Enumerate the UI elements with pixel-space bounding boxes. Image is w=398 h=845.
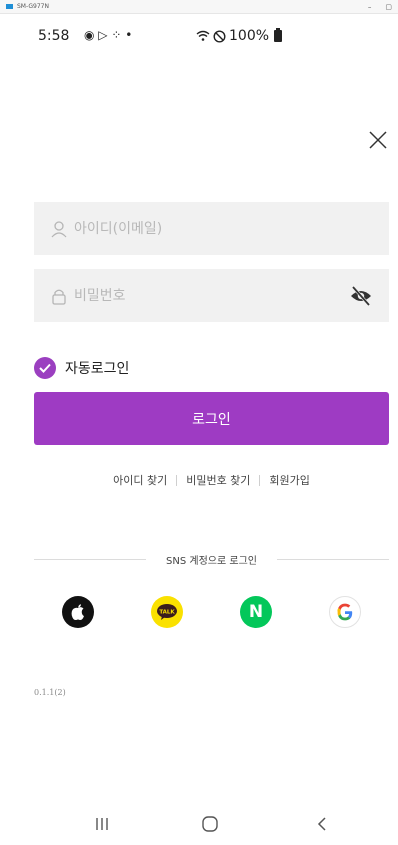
- status-right-group: 100%: [196, 28, 283, 44]
- home-icon: [202, 816, 218, 832]
- kakao-label: TALK: [159, 610, 175, 616]
- close-button[interactable]: [366, 128, 390, 152]
- auto-login-label: 자동로그인: [65, 361, 130, 377]
- user-icon: [51, 220, 67, 237]
- divider-line: [276, 559, 389, 560]
- login-button[interactable]: 로그인: [34, 392, 389, 445]
- notification-icons: ◉ ▷ ⁘ •: [84, 28, 133, 42]
- minimize-button[interactable]: –: [368, 3, 372, 11]
- password-input[interactable]: [74, 287, 334, 304]
- window-title-bar: SM-G977N – ▢: [0, 0, 398, 14]
- kakao-login-button[interactable]: TALK: [151, 596, 183, 628]
- close-icon: [369, 131, 387, 149]
- find-password-link[interactable]: 비밀번호 찾기: [186, 472, 250, 488]
- app-version: 0.1.1(2): [34, 688, 66, 697]
- link-divider: [259, 474, 261, 486]
- wifi-icon: [196, 30, 210, 41]
- check-icon: [39, 363, 51, 373]
- signup-link[interactable]: 회원가입: [269, 472, 309, 488]
- link-divider: [176, 474, 178, 486]
- status-time: 5:58: [38, 28, 70, 44]
- google-icon: [337, 603, 353, 621]
- find-id-link[interactable]: 아이디 찾기: [113, 472, 167, 488]
- auto-login-toggle[interactable]: 자동로그인: [34, 357, 129, 379]
- account-links: 아이디 찾기 비밀번호 찾기 회원가입: [0, 472, 398, 488]
- divider-line: [34, 559, 147, 560]
- battery-icon: [274, 28, 283, 42]
- naver-login-button[interactable]: N: [240, 596, 272, 628]
- status-bar: 5:58 ◉ ▷ ⁘ • 100%: [0, 22, 398, 52]
- back-icon: [317, 817, 326, 831]
- sns-divider: SNS 계정으로 로그인: [34, 552, 389, 567]
- naver-icon: N: [248, 602, 264, 622]
- device-icon: [6, 4, 13, 9]
- do-not-disturb-icon: [213, 29, 226, 43]
- system-nav-bar: [0, 808, 398, 845]
- battery-percent: 100%: [229, 28, 270, 44]
- home-button[interactable]: [198, 812, 222, 836]
- lock-icon: [52, 289, 66, 305]
- maximize-button[interactable]: ▢: [385, 3, 392, 11]
- google-login-button[interactable]: [329, 596, 361, 628]
- id-field[interactable]: [34, 202, 389, 255]
- id-input[interactable]: [74, 220, 334, 237]
- toggle-password-visibility-button[interactable]: [349, 285, 373, 307]
- recent-apps-icon: [96, 818, 108, 830]
- apple-icon: [71, 604, 84, 620]
- window-controls: – ▢: [368, 3, 392, 11]
- auto-login-checkbox[interactable]: [34, 357, 56, 379]
- password-field[interactable]: [34, 269, 389, 322]
- apple-login-button[interactable]: [62, 596, 94, 628]
- recent-apps-button[interactable]: [90, 812, 114, 836]
- eye-off-icon: [351, 286, 371, 306]
- kakao-talk-icon: TALK: [157, 604, 177, 620]
- window-title: SM-G977N: [17, 3, 49, 10]
- back-button[interactable]: [310, 812, 334, 836]
- sns-heading: SNS 계정으로 로그인: [166, 556, 257, 567]
